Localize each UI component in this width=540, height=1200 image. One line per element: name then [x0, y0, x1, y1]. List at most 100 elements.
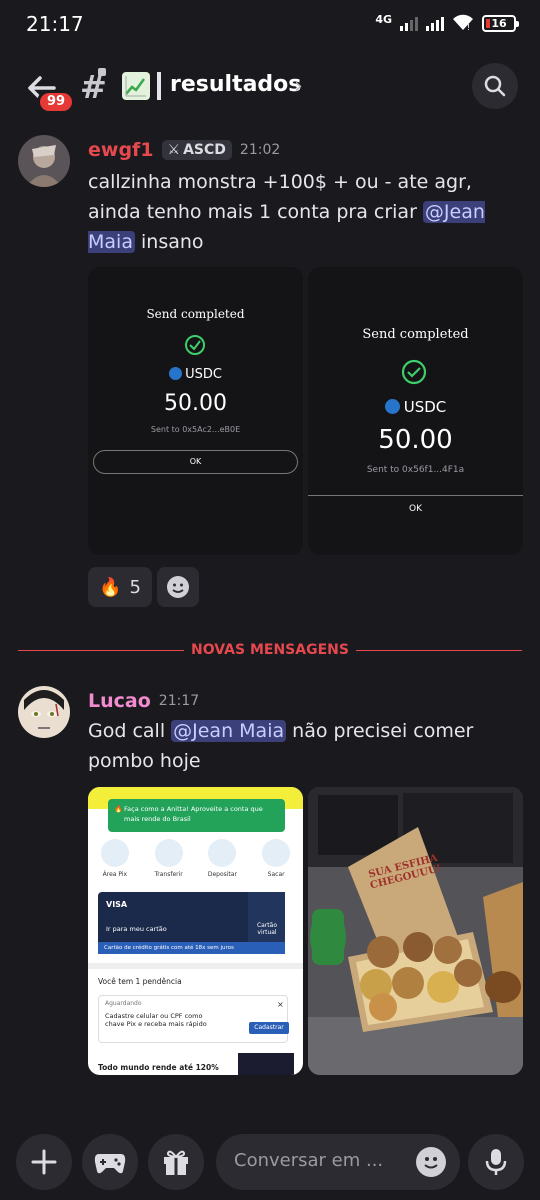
token-name: USDC: [403, 398, 447, 416]
text-segment: God call: [88, 720, 172, 742]
ok-button: OK: [93, 450, 298, 474]
bank-actions: Área Pix Transferir Depositar Sacar: [88, 839, 303, 883]
network-type: 4G: [375, 12, 392, 26]
emoji-button[interactable]: [416, 1147, 446, 1177]
sword-icon: ⚔: [167, 142, 181, 158]
battery-icon: 16: [482, 14, 519, 32]
bank-gap: [88, 963, 303, 969]
amount: 50.00: [164, 391, 227, 416]
message-text: callzinha monstra +100$ + ou - ate agr, …: [88, 167, 528, 257]
card-link: Ir para meu cartão: [106, 925, 167, 933]
avatar[interactable]: [18, 135, 70, 187]
message-text: God call @Jean Maia não precisei comer p…: [88, 716, 528, 776]
channel-name[interactable]: resultados: [170, 72, 301, 97]
username[interactable]: ewgf1: [88, 139, 154, 161]
promo-graphic: [238, 1053, 294, 1075]
new-messages-divider: NOVAS MENSAGENS: [191, 642, 349, 658]
mention[interactable]: @Jean Maia: [171, 720, 287, 742]
smiley-icon: [424, 1157, 438, 1169]
message-placeholder: Conversar em ...: [234, 1150, 384, 1171]
svg-text:!: !: [467, 23, 470, 32]
role-tag-label: ASCD: [183, 142, 226, 158]
close-icon: ×: [277, 1000, 284, 1009]
plus-icon: [31, 1149, 57, 1175]
pix-icon: [100, 839, 129, 867]
separator: [308, 495, 523, 496]
microphone-icon: [485, 1149, 507, 1175]
smiley-add-icon: [167, 576, 189, 598]
cell-signal-icon: [400, 15, 418, 31]
action-label: Transferir: [154, 871, 183, 878]
gamepad-icon: [94, 1154, 126, 1174]
deposit-icon: [208, 839, 237, 867]
sent-to: Sent to 0x5Ac2...eB0E: [150, 425, 241, 434]
usdc-icon: [169, 367, 183, 380]
unread-badge: 99: [37, 90, 75, 114]
plus-button[interactable]: [16, 1134, 72, 1190]
chart-increasing-icon: [122, 72, 150, 100]
ok-button: OK: [409, 504, 422, 514]
withdraw-icon: [262, 839, 291, 867]
attachment-image[interactable]: Faça como a Anitta! Aproveite a conta qu…: [88, 787, 303, 1075]
text-segment: insano: [134, 231, 204, 253]
transfer-icon: [154, 839, 183, 867]
chevron-right-icon[interactable]: ›: [294, 74, 303, 99]
register-button: Cadastrar: [249, 1022, 289, 1034]
fire-emoji: 🔥: [114, 805, 123, 813]
wifi-icon: !: [453, 14, 473, 32]
timestamp: 21:17: [158, 693, 200, 709]
channel-divider-bar: [157, 72, 161, 100]
voice-button[interactable]: [468, 1134, 524, 1190]
action-pix: Área Pix: [91, 839, 139, 883]
gift-icon: [164, 1150, 188, 1175]
gift-button[interactable]: [148, 1134, 204, 1190]
pending-card: Aguardando Cadastre celular ou CPF como …: [98, 995, 289, 1043]
clock: 21:17: [26, 12, 84, 36]
search-button[interactable]: [472, 63, 518, 109]
role-tag[interactable]: ⚔ ASCD: [161, 140, 232, 160]
sent-to: Sent to 0x56f1...4F1a: [366, 465, 465, 475]
card-brand: VISA: [106, 900, 128, 909]
action-label: Sacar: [267, 871, 285, 878]
add-reaction-button[interactable]: [157, 567, 199, 607]
bank-banner: Faça como a Anitta! Aproveite a conta qu…: [108, 799, 285, 832]
promo-text: Todo mundo rende até 120%: [98, 1063, 219, 1072]
cell-signal-2-icon: [426, 15, 444, 31]
timestamp: 21:02: [239, 142, 281, 158]
action-withdraw: Sacar: [252, 839, 300, 883]
attachment-image[interactable]: Send completed USDC 50.00 Sent to 0x56f1…: [308, 267, 523, 555]
message-input[interactable]: Conversar em ...: [216, 1134, 460, 1190]
action-deposit: Depositar: [198, 839, 246, 883]
amount: 50.00: [378, 425, 453, 455]
action-label: Depositar: [207, 871, 237, 878]
usdc-icon: [384, 399, 400, 414]
reaction-count: 5: [129, 576, 141, 598]
check-circle-icon: [185, 335, 205, 355]
action-label: Área Pix: [102, 871, 128, 878]
reaction-fire[interactable]: 🔥 5: [88, 567, 152, 607]
pending-text: Cadastre celular ou CPF como chave Pix e…: [105, 1012, 207, 1028]
attachment-photo[interactable]: SUA ESFIHA CHEGOUUU!: [308, 787, 523, 1075]
username[interactable]: Lucao: [88, 690, 151, 712]
text-segment: callzinha monstra +100$ + ou - ate agr, …: [88, 171, 472, 223]
send-title: Send completed: [146, 307, 245, 321]
action-transfer: Transferir: [145, 839, 193, 883]
check-circle-icon: [401, 359, 427, 385]
token-name: USDC: [185, 367, 222, 382]
lock-icon: [98, 68, 106, 76]
food-photo: [308, 787, 523, 1075]
activities-button[interactable]: [82, 1134, 138, 1190]
attachment-image[interactable]: Send completed USDC 50.00 Sent to 0x5Ac2…: [88, 267, 303, 555]
status-bar: 21:17 4G ! 16: [0, 0, 540, 52]
fire-emoji: 🔥: [99, 576, 122, 598]
send-title: Send completed: [362, 327, 469, 342]
pending-title: Você tem 1 pendência: [98, 977, 182, 986]
card-promo: Cartão de crédito grátis com até 18x sem…: [98, 942, 285, 954]
token-label: USDC: [88, 367, 303, 382]
token-label: USDC: [308, 398, 523, 416]
avatar[interactable]: [18, 686, 70, 738]
bank-card-panel: VISA Ir para meu cartão Cartão virtual C…: [98, 892, 285, 954]
pending-status: Aguardando: [105, 1000, 142, 1007]
battery-level: 16: [491, 16, 507, 30]
virtual-card-label: Cartão virtual: [256, 922, 278, 936]
